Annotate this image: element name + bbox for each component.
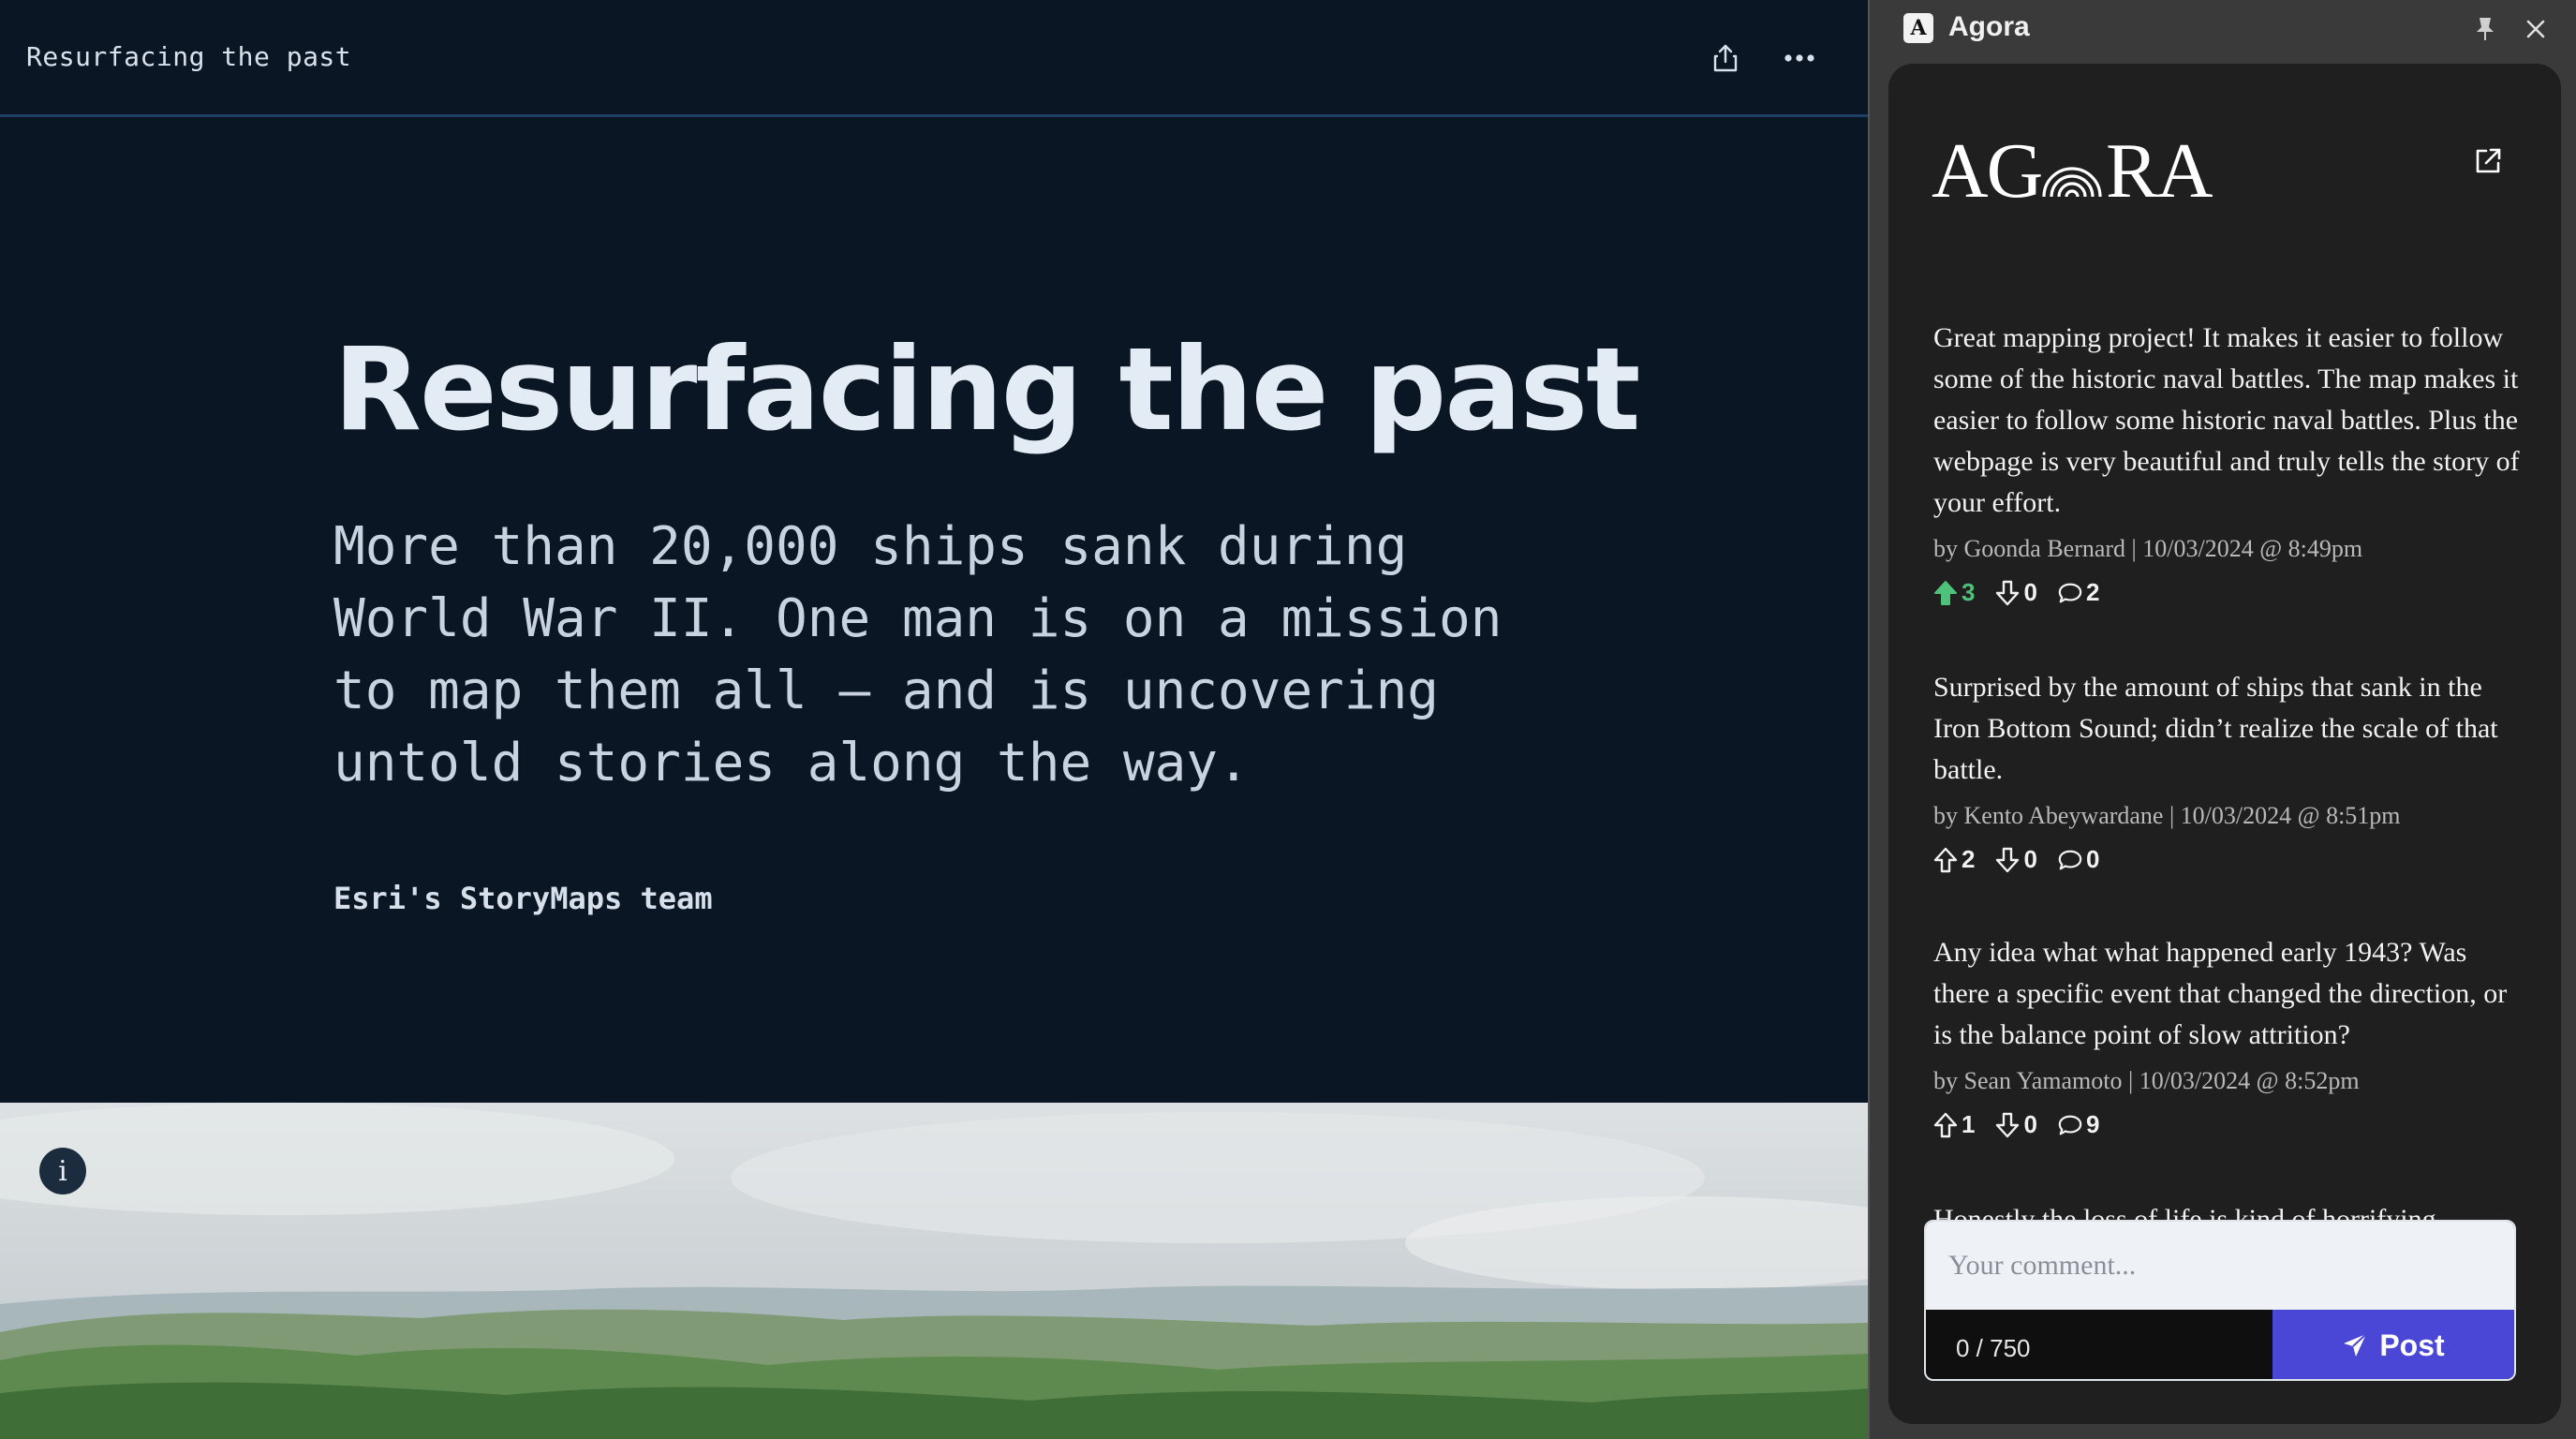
comment-text: Any idea what what happened early 1943? …	[1933, 937, 2508, 1050]
reply-count: 0	[2085, 845, 2100, 873]
upvote-icon	[1933, 847, 1958, 872]
downvote-count: 0	[2023, 1110, 2037, 1138]
upvote-button[interactable]: 3	[1933, 578, 1975, 607]
story-title: Resurfacing the past	[333, 323, 1640, 456]
post-button[interactable]: Post	[2273, 1310, 2514, 1379]
downvote-button[interactable]: 0	[1995, 578, 2037, 607]
agora-sidebar: A Agora AG RA Great mapping project! It …	[1868, 0, 2576, 1439]
comment-list[interactable]: Great mapping project! It makes it easie…	[1888, 237, 2561, 1254]
upvote-icon	[1933, 1112, 1958, 1137]
info-button[interactable]: i	[39, 1148, 86, 1194]
info-icon: i	[58, 1154, 67, 1188]
agora-logo: AG RA	[1932, 131, 2213, 206]
downvote-count: 0	[2023, 578, 2037, 606]
downvote-icon	[1996, 847, 2020, 872]
comment-bubble-icon	[2058, 850, 2082, 869]
landscape-photo	[0, 1103, 1868, 1439]
more-options-button[interactable]	[1773, 32, 1826, 84]
comment-composer: 0 / 750 Post	[1924, 1220, 2516, 1381]
agora-favicon: A	[1903, 13, 1933, 43]
comment-bubble-icon	[2058, 583, 2082, 602]
upvote-count: 1	[1962, 1110, 1976, 1138]
story-header: Resurfacing the past	[0, 0, 1868, 117]
sidebar-window-bar: A Agora	[1870, 0, 2576, 58]
reply-button[interactable]: 9	[2058, 1110, 2099, 1139]
upvote-button[interactable]: 1	[1933, 1110, 1975, 1139]
post-button-label: Post	[2379, 1328, 2445, 1362]
external-link-icon	[2476, 148, 2501, 173]
reply-button[interactable]: 0	[2058, 845, 2099, 874]
pin-button[interactable]	[2465, 9, 2505, 49]
comment-text: Surprised by the amount of ships that sa…	[1933, 672, 2498, 785]
send-icon	[2344, 1333, 2368, 1357]
comment-meta: by Goonda Bernard | 10/03/2024 @ 8:49pm	[1933, 535, 2363, 562]
pin-icon	[2477, 18, 2494, 40]
comment-bubble-icon	[2058, 1115, 2082, 1135]
character-counter: 0 / 750	[1956, 1334, 2031, 1362]
comment-input[interactable]	[1926, 1222, 2514, 1310]
comment-actions: 3 0 2	[1933, 578, 2524, 607]
more-icon	[1784, 54, 1814, 62]
landscape-illustration	[0, 1103, 1868, 1439]
upvote-icon	[1934, 580, 1957, 605]
sidebar-window-title: Agora	[1948, 11, 2030, 42]
downvote-icon	[1996, 1112, 2020, 1137]
comment-actions: 2 0 0	[1933, 845, 2524, 874]
comment-actions: 1 0 9	[1933, 1110, 2524, 1139]
comment-meta: by Sean Yamamoto | 10/03/2024 @ 8:52pm	[1933, 1067, 2360, 1094]
upvote-count: 3	[1962, 578, 1976, 606]
comment-item: Great mapping project! It makes it easie…	[1933, 318, 2524, 607]
reply-count: 2	[2085, 578, 2100, 606]
upvote-count: 2	[1962, 845, 1976, 873]
reply-count: 9	[2085, 1110, 2100, 1138]
downvote-count: 0	[2023, 845, 2037, 873]
downvote-icon	[1996, 580, 2020, 605]
share-button[interactable]	[1699, 32, 1752, 84]
story-byline: Esri's StoryMaps team	[333, 881, 713, 916]
close-icon	[2526, 20, 2545, 38]
agora-panel: AG RA Great mapping project! It makes it…	[1888, 64, 2561, 1424]
svg-text:RA: RA	[2106, 131, 2213, 206]
downvote-button[interactable]: 0	[1995, 1110, 2037, 1139]
story-page: Resurfacing the past Resurfacing the pas…	[0, 0, 1868, 1439]
comment-item: Surprised by the amount of ships that sa…	[1933, 667, 2524, 874]
story-subtitle: More than 20,000 ships sank during World…	[333, 516, 1503, 794]
reply-button[interactable]: 2	[2058, 578, 2099, 607]
share-icon	[1713, 44, 1738, 72]
open-external-button[interactable]	[2462, 135, 2514, 187]
comment-text: Great mapping project! It makes it easie…	[1933, 322, 2520, 518]
story-header-title: Resurfacing the past	[26, 41, 352, 72]
upvote-button[interactable]: 2	[1933, 845, 1975, 874]
downvote-button[interactable]: 0	[1995, 845, 2037, 874]
comment-item: Any idea what what happened early 1943? …	[1933, 932, 2524, 1139]
close-button[interactable]	[2516, 9, 2555, 49]
comment-meta: by Kento Abeywardane | 10/03/2024 @ 8:51…	[1933, 802, 2401, 829]
svg-text:AG: AG	[1932, 131, 2042, 206]
